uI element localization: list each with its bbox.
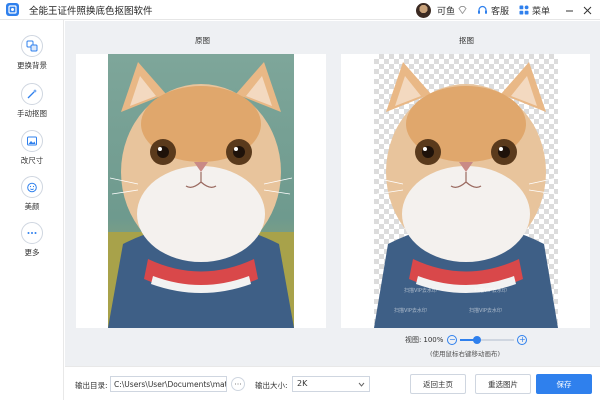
zoom-label: 视图: xyxy=(405,336,422,344)
sidebar-item-label: 美颜 xyxy=(24,202,40,211)
output-size-select[interactable]: 2K xyxy=(292,376,370,392)
close-button[interactable] xyxy=(578,0,596,20)
support-label: 客服 xyxy=(490,6,509,17)
headset-icon xyxy=(477,5,487,14)
menu-grid-icon xyxy=(519,5,529,15)
bottom-bar: 输出目录: C:\Users\User\Documents\matting_ ·… xyxy=(65,366,600,400)
watermark: 扫描VIP去水印 xyxy=(404,287,437,294)
original-title: 原图 xyxy=(195,36,210,45)
output-size-value: 2K xyxy=(297,379,308,388)
sidebar-item-change-background[interactable]: 更换背景 xyxy=(0,35,64,71)
zoom-hint: (使用鼠标右键移动画布) xyxy=(430,350,501,358)
swap-background-icon xyxy=(21,35,43,57)
original-panel xyxy=(76,54,326,328)
avatar[interactable] xyxy=(415,2,431,18)
watermark: 扫描VIP去水印 xyxy=(469,307,502,314)
sidebar-item-label: 手动抠图 xyxy=(17,109,47,118)
output-dir-label: 输出目录: xyxy=(75,381,108,390)
original-photo[interactable] xyxy=(108,54,294,328)
output-size-label: 输出大小: xyxy=(255,381,288,390)
cutout-panel: 扫描VIP去水印 扫描VIP去水印 扫描VIP去水印 扫描VIP去水印 xyxy=(341,54,590,328)
reselect-image-button[interactable]: 重选图片 xyxy=(475,374,531,394)
sidebar-item-label: 更换背景 xyxy=(17,61,47,70)
sidebar-item-manual-cutout[interactable]: 手动抠图 xyxy=(0,83,64,119)
cutout-title: 抠图 xyxy=(459,36,474,45)
zoom-slider[interactable] xyxy=(460,336,515,344)
back-home-button[interactable]: 返回主页 xyxy=(410,374,466,394)
sidebar-item-label: 改尺寸 xyxy=(20,156,44,165)
zoom-value: 100% xyxy=(423,336,444,344)
browse-folder-button[interactable]: ··· xyxy=(231,377,245,391)
watermark: 扫描VIP去水印 xyxy=(394,307,427,314)
close-icon xyxy=(583,6,591,14)
sidebar-item-label: 更多 xyxy=(24,248,40,257)
zoom-out-icon[interactable]: − xyxy=(447,335,458,345)
menu-label: 菜单 xyxy=(531,6,550,17)
app-title: 全能王证件照换底色抠图软件 xyxy=(29,5,153,17)
menu-button[interactable]: 菜单 xyxy=(519,4,550,17)
chevron-down-icon xyxy=(358,382,365,387)
output-dir-field[interactable]: C:\Users\User\Documents\matting_ xyxy=(110,376,227,392)
zoom-in-icon[interactable]: + xyxy=(517,335,528,345)
support-button[interactable]: 客服 xyxy=(477,4,509,17)
sidebar-item-beauty[interactable]: 美颜 xyxy=(0,176,64,212)
preview-area: 原图 抠图 扫描VIP去水印 扫描VIP去水印 扫描VIP去水印 扫描VIP去水… xyxy=(65,21,600,366)
vip-diamond-icon xyxy=(458,6,467,14)
sidebar: 更换背景 手动抠图 改尺寸 美颜 更多 xyxy=(0,20,64,400)
save-button[interactable]: 保存 xyxy=(536,374,592,394)
image-resize-icon xyxy=(21,130,43,152)
title-bar: 全能王证件照换底色抠图软件 可鱼 客服 菜单 xyxy=(0,0,600,20)
minimize-button[interactable] xyxy=(560,0,578,20)
zoom-slider-handle[interactable] xyxy=(472,336,481,344)
app-logo-icon xyxy=(6,3,19,16)
magic-wand-icon xyxy=(21,83,43,105)
transparent-background[interactable]: 扫描VIP去水印 扫描VIP去水印 扫描VIP去水印 扫描VIP去水印 xyxy=(374,54,558,328)
face-beauty-icon xyxy=(21,176,43,198)
zoom-controls: 视图: 100% − + xyxy=(405,333,585,347)
more-dots-icon xyxy=(21,222,43,244)
minimize-icon xyxy=(565,10,573,11)
sidebar-item-resize[interactable]: 改尺寸 xyxy=(0,130,64,166)
user-name[interactable]: 可鱼 xyxy=(437,4,455,17)
watermark: 扫描VIP去水印 xyxy=(474,287,507,294)
sidebar-item-more[interactable]: 更多 xyxy=(0,222,64,258)
